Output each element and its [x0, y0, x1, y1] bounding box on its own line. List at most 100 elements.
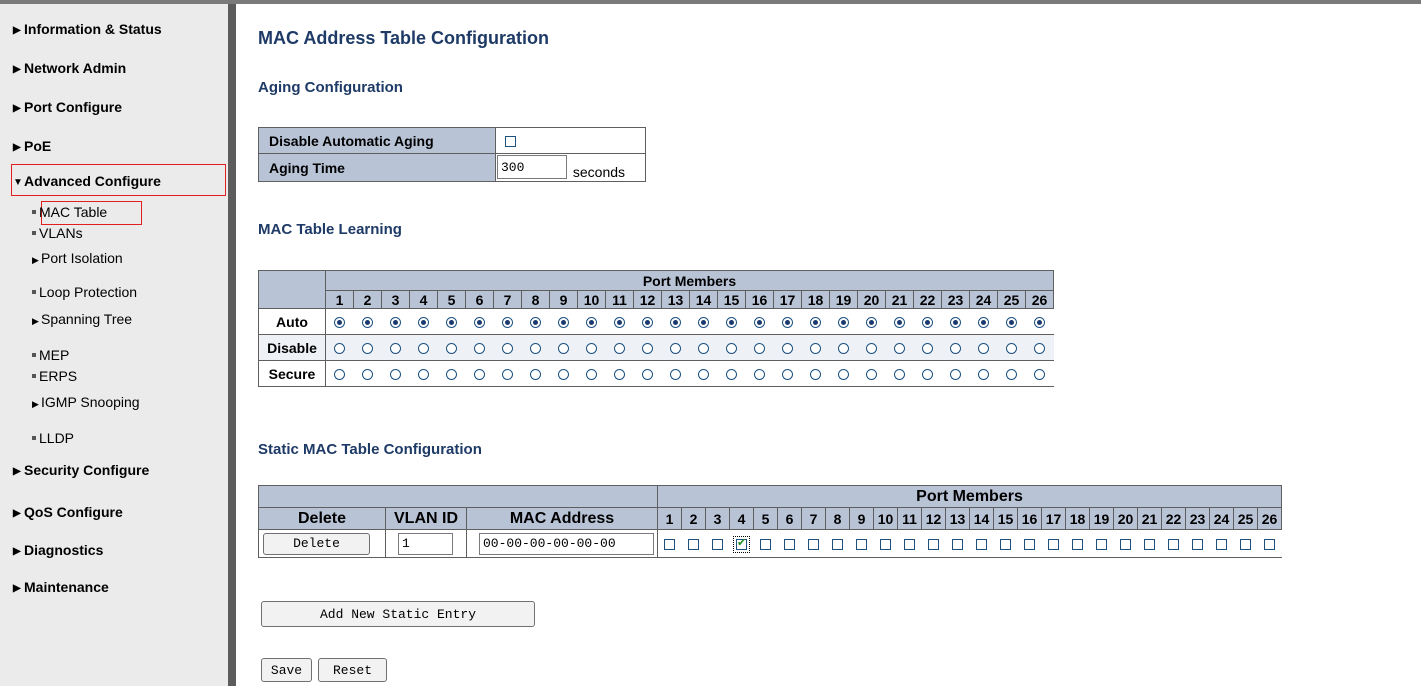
- nav-spanning-tree[interactable]: ▶ Spanning Tree: [32, 311, 132, 327]
- learning-mode-disable-radio[interactable]: [698, 343, 709, 355]
- learning-mode-auto-radio[interactable]: [446, 317, 457, 329]
- learning-mode-secure-radio[interactable]: [334, 369, 346, 381]
- port-member-checkbox[interactable]: [880, 539, 891, 551]
- learning-mode-secure-radio[interactable]: [446, 369, 457, 381]
- learning-mode-auto-radio[interactable]: [502, 317, 513, 329]
- port-member-checkbox[interactable]: [1000, 539, 1011, 551]
- learning-mode-disable-radio[interactable]: [866, 343, 877, 355]
- learning-mode-auto-radio[interactable]: [474, 317, 485, 329]
- learning-mode-auto-radio[interactable]: [754, 317, 765, 329]
- nav-vlans[interactable]: VLANs: [32, 225, 83, 241]
- port-member-checkbox[interactable]: [976, 539, 987, 551]
- learning-mode-auto-radio[interactable]: [1006, 317, 1017, 329]
- port-member-checkbox[interactable]: [760, 539, 771, 551]
- learning-mode-secure-radio[interactable]: [782, 369, 793, 381]
- learning-mode-secure-radio[interactable]: [502, 369, 513, 381]
- port-member-checkbox[interactable]: [1048, 539, 1059, 551]
- nav-network-admin[interactable]: ▶ Network Admin: [13, 60, 126, 76]
- learning-mode-auto-radio[interactable]: [586, 317, 597, 329]
- nav-loop-protection[interactable]: Loop Protection: [32, 284, 137, 300]
- learning-mode-secure-radio[interactable]: [894, 369, 905, 381]
- learning-mode-auto-radio[interactable]: [698, 317, 709, 329]
- nav-security-configure[interactable]: ▶ Security Configure: [13, 462, 149, 478]
- learning-mode-disable-radio[interactable]: [670, 343, 681, 355]
- port-member-checkbox[interactable]: [808, 539, 819, 551]
- port-member-checkbox[interactable]: [733, 536, 750, 554]
- learning-mode-secure-radio[interactable]: [922, 369, 933, 381]
- port-member-checkbox[interactable]: [1072, 539, 1083, 551]
- learning-mode-disable-radio[interactable]: [390, 343, 401, 355]
- learning-mode-disable-radio[interactable]: [754, 343, 765, 355]
- learning-mode-disable-radio[interactable]: [362, 343, 373, 355]
- learning-mode-secure-radio[interactable]: [390, 369, 401, 381]
- port-member-checkbox[interactable]: [928, 539, 939, 551]
- port-member-checkbox[interactable]: [1192, 539, 1203, 551]
- port-member-checkbox[interactable]: [1120, 539, 1131, 551]
- learning-mode-secure-radio[interactable]: [362, 369, 373, 381]
- learning-mode-auto-radio[interactable]: [642, 317, 653, 329]
- learning-mode-secure-radio[interactable]: [530, 369, 541, 381]
- learning-mode-secure-radio[interactable]: [726, 369, 737, 381]
- learning-mode-auto-radio[interactable]: [894, 317, 905, 329]
- learning-mode-secure-radio[interactable]: [418, 369, 429, 381]
- port-member-checkbox[interactable]: [1096, 539, 1107, 551]
- learning-mode-disable-radio[interactable]: [642, 343, 653, 355]
- learning-mode-disable-radio[interactable]: [726, 343, 737, 355]
- port-member-checkbox[interactable]: [1168, 539, 1179, 551]
- learning-mode-auto-radio[interactable]: [726, 317, 737, 329]
- nav-erps[interactable]: ERPS: [32, 368, 77, 384]
- learning-mode-disable-radio[interactable]: [978, 343, 989, 355]
- learning-mode-secure-radio[interactable]: [1006, 369, 1017, 381]
- add-new-static-entry-button[interactable]: Add New Static Entry: [261, 601, 535, 627]
- learning-mode-secure-radio[interactable]: [474, 369, 485, 381]
- learning-mode-secure-radio[interactable]: [866, 369, 877, 381]
- learning-mode-auto-radio[interactable]: [866, 317, 877, 329]
- learning-mode-auto-radio[interactable]: [838, 317, 849, 329]
- port-member-checkbox[interactable]: [1240, 539, 1251, 551]
- learning-mode-secure-radio[interactable]: [642, 369, 653, 381]
- learning-mode-disable-radio[interactable]: [530, 343, 541, 355]
- learning-mode-disable-radio[interactable]: [950, 343, 961, 355]
- learning-mode-disable-radio[interactable]: [810, 343, 821, 355]
- learning-mode-disable-radio[interactable]: [838, 343, 849, 355]
- learning-mode-secure-radio[interactable]: [614, 369, 625, 381]
- learning-mode-secure-radio[interactable]: [670, 369, 681, 381]
- learning-mode-auto-radio[interactable]: [614, 317, 625, 329]
- learning-mode-auto-radio[interactable]: [334, 317, 346, 329]
- learning-mode-auto-radio[interactable]: [978, 317, 989, 329]
- learning-mode-auto-radio[interactable]: [418, 317, 429, 329]
- learning-mode-disable-radio[interactable]: [474, 343, 485, 355]
- port-member-checkbox[interactable]: [712, 539, 723, 551]
- port-member-checkbox[interactable]: [784, 539, 795, 551]
- learning-mode-disable-radio[interactable]: [502, 343, 513, 355]
- learning-mode-secure-radio[interactable]: [838, 369, 849, 381]
- learning-mode-secure-radio[interactable]: [810, 369, 821, 381]
- nav-lldp[interactable]: LLDP: [32, 430, 74, 446]
- mac-address-input[interactable]: [479, 532, 654, 555]
- learning-mode-auto-radio[interactable]: [1034, 317, 1045, 329]
- learning-mode-auto-radio[interactable]: [782, 317, 793, 329]
- port-member-checkbox[interactable]: [904, 539, 915, 551]
- learning-mode-disable-radio[interactable]: [418, 343, 429, 355]
- learning-mode-disable-radio[interactable]: [446, 343, 457, 355]
- learning-mode-auto-radio[interactable]: [922, 317, 933, 329]
- learning-mode-auto-radio[interactable]: [670, 317, 681, 329]
- save-button[interactable]: Save: [261, 658, 312, 682]
- nav-port-isolation[interactable]: ▶ Port Isolation: [32, 250, 123, 266]
- learning-mode-auto-radio[interactable]: [950, 317, 961, 329]
- reset-button[interactable]: Reset: [318, 658, 387, 682]
- nav-mac-table[interactable]: MAC Table: [32, 204, 107, 220]
- learning-mode-disable-radio[interactable]: [894, 343, 905, 355]
- learning-mode-disable-radio[interactable]: [586, 343, 597, 355]
- port-member-checkbox[interactable]: [1144, 539, 1155, 551]
- port-member-checkbox[interactable]: [856, 539, 867, 551]
- learning-mode-disable-radio[interactable]: [922, 343, 933, 355]
- nav-mep[interactable]: MEP: [32, 347, 69, 363]
- disable-aging-checkbox[interactable]: [505, 136, 516, 148]
- vlan-id-input[interactable]: [398, 532, 453, 555]
- learning-mode-secure-radio[interactable]: [978, 369, 989, 381]
- learning-mode-auto-radio[interactable]: [530, 317, 541, 329]
- aging-time-input[interactable]: [497, 155, 567, 180]
- learning-mode-secure-radio[interactable]: [754, 369, 765, 381]
- learning-mode-disable-radio[interactable]: [1034, 343, 1045, 355]
